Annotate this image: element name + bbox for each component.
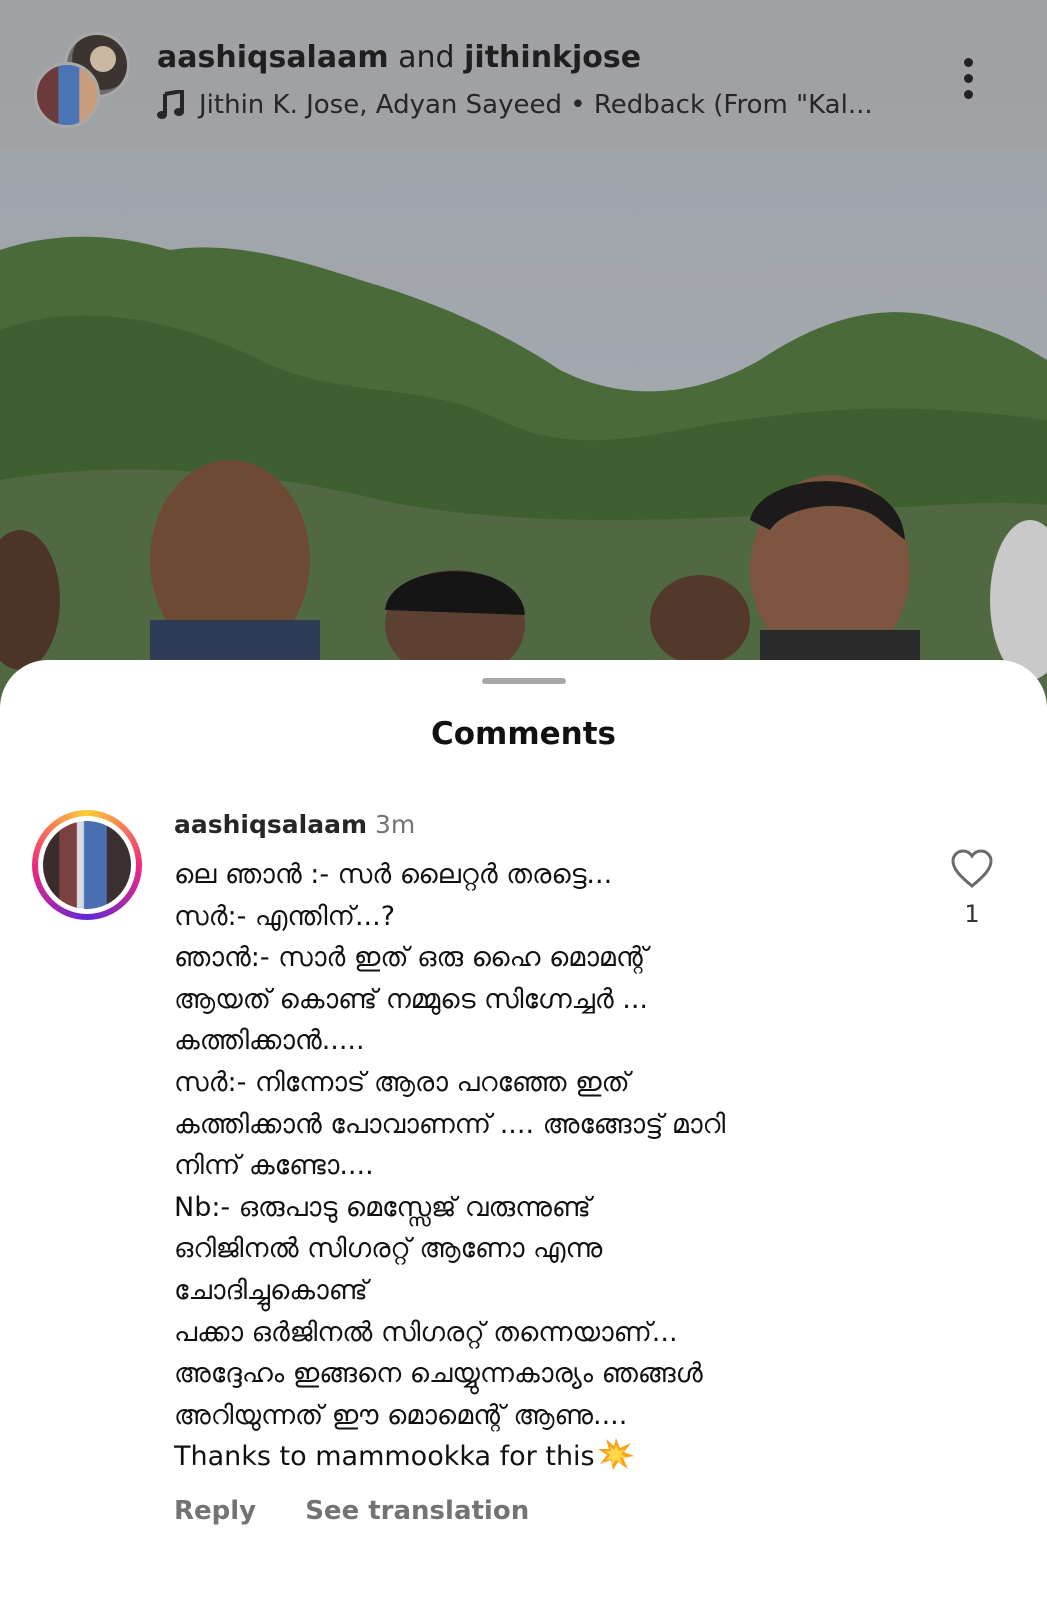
more-vertical-icon[interactable] — [958, 58, 978, 108]
comment-line: ചോദിച്ചുകൊണ്ട് — [174, 1274, 368, 1306]
comment-line: കത്തിക്കാൻ..... — [174, 1025, 365, 1057]
sheet-title: Comments — [430, 716, 617, 752]
see-translation-button[interactable]: See translation — [305, 1496, 529, 1526]
sheet-drag-handle[interactable] — [482, 678, 566, 684]
owners-joiner: and — [398, 40, 455, 75]
collision-icon — [597, 1438, 634, 1471]
avatar[interactable] — [32, 810, 142, 920]
like-count[interactable]: 1 — [950, 900, 994, 928]
post-owners[interactable]: aashiqsalaam and jithinkjose — [157, 40, 641, 75]
comment-line: ഒറിജിനൽ സിഗരറ്റ് ആണോ എന്നു — [174, 1233, 603, 1265]
comment-line: Nb:- ഒരുപാടു മെസ്സേജ് വരുന്നുണ്ട് — [174, 1191, 591, 1223]
username-link[interactable]: jithinkjose — [464, 40, 641, 75]
username-link[interactable]: aashiqsalaam — [157, 40, 389, 75]
comment-line: സർ:- എന്തിന്...? — [174, 900, 396, 932]
comment-line: ലെ ഞാൻ :- സർ ലൈറ്റർ തരട്ടെ... — [174, 859, 613, 890]
comment-line-last: Thanks to mammookka for this — [174, 1436, 894, 1478]
comment-line: ആയത് കൊണ്ട് നമ്മുടെ സിഗ്നേച്ചർ ... — [174, 983, 649, 1015]
audio-attribution[interactable]: Jithin K. Jose, Adyan Sayeed • Redback (… — [157, 90, 873, 120]
comment-line: ഞാൻ:- സാർ ഇത് ഒരു ഹൈ മൊമന്റ് — [174, 942, 648, 974]
comment-line: സർ:- നിന്നോട് ആരാ പറഞ്ഞേ ഇത് — [174, 1066, 630, 1098]
heart-outline-icon[interactable] — [950, 848, 994, 890]
post-header — [0, 0, 1047, 150]
music-note-icon — [157, 90, 184, 119]
comment-time: 3m — [375, 810, 416, 839]
comment-line: പക്കാ ഒർജിനൽ സിഗരറ്റ് തന്നെയാണ്... — [174, 1316, 678, 1348]
comment-body: ലെ ഞാൻ :- സർ ലൈറ്റർ തരട്ടെ... സർ:- എന്തി… — [174, 854, 894, 1478]
collab-avatars[interactable] — [34, 32, 130, 128]
reply-button[interactable]: Reply — [174, 1496, 256, 1526]
comment-line: അറിയുന്നത് ഈ മൊമെന്റ് ആണു.... — [174, 1399, 628, 1431]
comment-username[interactable]: aashiqsalaam — [174, 810, 367, 839]
comment-line: നിന്ന് കണ്ടോ.... — [174, 1150, 374, 1182]
comment-line: അദ്ദേഹം ഇങ്ങനെ ചെയ്യുന്നകാര്യം ഞങ്ങൾ — [174, 1358, 703, 1390]
avatar — [34, 62, 100, 128]
comment-line: Thanks to mammookka for this — [174, 1441, 595, 1473]
comments-sheet: Comments aashiqsalaam 3m ലെ ഞാൻ :- സർ ലൈറ… — [0, 660, 1047, 1600]
audio-text: Jithin K. Jose, Adyan Sayeed • Redback (… — [199, 90, 873, 120]
comment-line: കത്തിക്കാൻ പോവാണന്ന് .... അങ്ങോട്ട് മാറി — [174, 1108, 726, 1140]
comment-header: aashiqsalaam 3m — [174, 810, 415, 839]
comment-actions: Reply See translation — [174, 1496, 569, 1526]
